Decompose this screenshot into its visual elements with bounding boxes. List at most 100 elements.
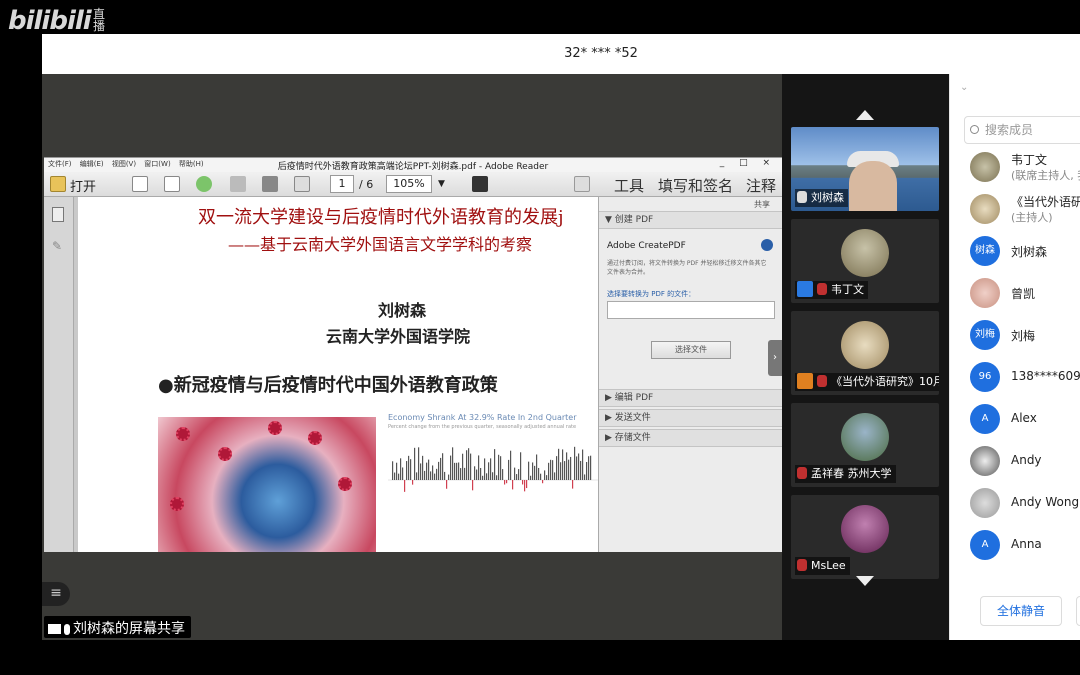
fit-page-icon[interactable] <box>472 176 488 192</box>
economy-bar <box>576 456 578 480</box>
open-button[interactable]: 打开 <box>70 176 96 195</box>
more-button[interactable] <box>1076 596 1080 626</box>
economy-bar <box>478 455 480 480</box>
member-item[interactable]: Andy Wong <box>970 486 1080 522</box>
member-item[interactable]: A Alex <box>970 402 1080 438</box>
avatar <box>970 446 1000 476</box>
attachment-icon[interactable]: ✎ <box>52 239 64 254</box>
economy-bar <box>538 467 540 480</box>
video-tile[interactable]: 韦丁文 <box>791 219 939 303</box>
economy-bar <box>582 449 584 480</box>
zoom-dropdown-icon[interactable]: ▼ <box>438 179 445 189</box>
economy-bar <box>548 462 550 480</box>
economy-bar <box>504 480 506 485</box>
slide-author: 刘树森 <box>378 301 427 320</box>
video-tile[interactable]: 《当代外语研究》10月... <box>791 311 939 395</box>
zoom-input[interactable]: 105% <box>386 175 432 193</box>
economy-bar <box>418 447 420 480</box>
file-input[interactable] <box>607 301 775 319</box>
economy-bar <box>492 472 494 480</box>
tools-button[interactable]: 工具 <box>614 175 644 196</box>
mute-all-button[interactable]: 全体静音 <box>980 596 1062 626</box>
edit-icon[interactable] <box>164 176 180 192</box>
video-tile-name: 孟祥春 苏州大学 <box>795 465 896 483</box>
economy-bar <box>568 459 570 480</box>
page-total: / 6 <box>359 178 374 191</box>
avatar <box>841 413 889 461</box>
cloud-icon[interactable] <box>196 176 212 192</box>
print-icon[interactable] <box>262 176 278 192</box>
scroll-up-arrow-icon[interactable] <box>856 110 874 120</box>
slide-institution: 云南大学外国语学院 <box>326 327 471 346</box>
meeting-id: 32* *** *52 <box>564 46 638 61</box>
slide-bullet: ●新冠疫情与后疫情时代中国外语教育政策 <box>158 375 498 396</box>
economy-bar <box>464 467 466 480</box>
economy-bar <box>506 480 508 484</box>
video-strip: 刘树森 韦丁文 《当代外语研究》10月... 孟祥春 苏州大学 MsLee <box>782 74 949 640</box>
share-link[interactable]: 共享 <box>754 199 770 210</box>
list-icon[interactable]: ≡ <box>42 582 70 606</box>
pages-icon[interactable] <box>52 207 64 222</box>
economy-bar <box>436 468 438 480</box>
folder-icon[interactable] <box>50 176 66 192</box>
member-name: Anna <box>1011 537 1042 551</box>
send-files-header[interactable]: ▶ 发送文件 <box>599 409 782 427</box>
scroll-down-arrow-icon[interactable] <box>856 576 874 586</box>
video-tile[interactable]: MsLee <box>791 495 939 579</box>
create-pdf-header[interactable]: ▼ 创建 PDF <box>599 211 782 229</box>
economy-bar <box>400 458 402 480</box>
economy-bar <box>454 462 456 480</box>
member-role: (联席主持人, 我 <box>1011 169 1080 182</box>
create-pdf-icon[interactable] <box>132 176 148 192</box>
member-item[interactable]: 刘梅 刘梅 <box>970 318 1080 354</box>
bilibili-logo: bilibili <box>8 6 92 36</box>
chevron-down-icon[interactable]: ⌄ <box>960 82 968 93</box>
mail-icon[interactable] <box>294 176 310 192</box>
avatar <box>970 194 1000 224</box>
member-search-input[interactable]: 搜索成员 <box>964 116 1080 144</box>
member-item[interactable]: 树森 刘树森 <box>970 234 1080 270</box>
economy-bar <box>430 471 432 480</box>
save-icon[interactable] <box>230 176 246 192</box>
economy-bar <box>508 459 510 480</box>
economy-bar <box>442 453 444 480</box>
economy-bar <box>408 455 410 480</box>
host-icon <box>797 373 813 389</box>
video-tile-name: MsLee <box>795 557 850 575</box>
member-item[interactable]: 96 138****6096 <box>970 360 1080 396</box>
hand-tool-icon[interactable] <box>574 176 590 192</box>
member-item[interactable]: 《当代外语研究 (主持人) <box>970 192 1080 228</box>
member-item[interactable]: Andy <box>970 444 1080 480</box>
adobe-reader-window: 文件(F) 编辑(E) 视图(V) 窗口(W) 帮助(H) 后疫情时代外语教育政… <box>44 157 782 552</box>
economy-bar <box>426 462 428 480</box>
window-controls[interactable]: _ □ × <box>720 158 776 168</box>
economy-bar <box>564 461 566 480</box>
economy-bar <box>474 466 476 480</box>
search-icon <box>970 125 979 134</box>
economy-bar <box>584 474 586 480</box>
economy-bar <box>424 470 426 480</box>
edit-pdf-header[interactable]: ▶ 编辑 PDF <box>599 389 782 407</box>
economy-bar <box>510 450 512 480</box>
economy-bar <box>526 480 528 489</box>
member-item[interactable]: A Anna <box>970 528 1080 564</box>
video-tile[interactable]: 刘树森 <box>791 127 939 211</box>
avatar: 96 <box>970 362 1000 392</box>
member-item[interactable]: 韦丁文 (联席主持人, 我 <box>970 150 1080 186</box>
video-tile[interactable]: 孟祥春 苏州大学 <box>791 403 939 487</box>
select-file-button[interactable]: 选择文件 <box>651 341 731 359</box>
pane-collapse-chevron-icon[interactable]: › <box>768 340 782 376</box>
comment-button[interactable]: 注释 <box>746 175 776 196</box>
economy-bar <box>562 449 564 480</box>
page-number-input[interactable]: 1 <box>330 175 354 193</box>
economy-bar <box>542 480 544 484</box>
pdf-page: 双一流大学建设与后疫情时代外语教育的发展j ——基于云南大学外国语言文学学科的考… <box>78 197 598 552</box>
fill-sign-button[interactable]: 填写和签名 <box>658 175 733 196</box>
economy-bar <box>458 462 460 480</box>
meeting-window: 32* *** *52 文件(F) 编辑(E) 视图(V) 窗口(W) 帮助(H… <box>42 34 1080 640</box>
avatar <box>841 321 889 369</box>
economy-bar <box>494 449 496 480</box>
store-files-header[interactable]: ▶ 存储文件 <box>599 429 782 447</box>
avatar: 树森 <box>970 236 1000 266</box>
member-item[interactable]: 曾凯 <box>970 276 1080 312</box>
